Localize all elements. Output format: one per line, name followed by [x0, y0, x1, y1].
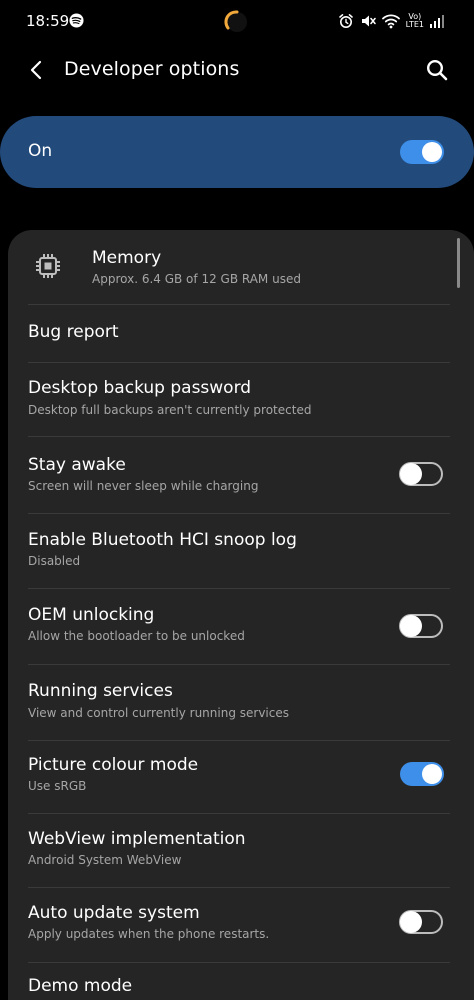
list-item-desktop-backup-password[interactable]: Desktop backup password Desktop full bac… [8, 363, 452, 436]
list-item-title: Enable Bluetooth HCI snoop log [28, 530, 297, 550]
list-item-title: OEM unlocking [28, 605, 155, 625]
list-item-oem-unlocking[interactable]: OEM unlocking Allow the bootloader to be… [8, 589, 452, 664]
list-item-subtitle: Approx. 6.4 GB of 12 GB RAM used [92, 272, 301, 286]
spotify-icon [69, 13, 84, 28]
scrollbar[interactable] [457, 238, 460, 288]
list-item-subtitle: Disabled [28, 554, 81, 568]
master-switch-card[interactable]: On [0, 116, 474, 188]
search-icon [426, 59, 448, 81]
signal-icon [430, 15, 444, 28]
mute-icon [361, 15, 376, 27]
list-item-subtitle: Desktop full backups aren't currently pr… [28, 403, 312, 417]
list-item-demo-mode[interactable]: Demo mode [8, 963, 452, 1000]
volte-line-2: LTE1 [405, 20, 424, 29]
list-item-subtitle: Allow the bootloader to be unlocked [28, 629, 245, 643]
list-item-running-services[interactable]: Running services View and control curren… [8, 665, 452, 740]
toggle-thumb [400, 615, 422, 637]
list-item-title: Running services [28, 681, 173, 701]
master-switch-label: On [28, 141, 53, 161]
list-item-bluetooth-hci-snoop-log[interactable]: Enable Bluetooth HCI snoop log Disabled [8, 514, 452, 588]
toggle-thumb [422, 764, 442, 784]
toggle-thumb [422, 142, 442, 162]
status-bar: 18:59 Vo) LTE1 [0, 0, 474, 42]
list-item-subtitle: View and control currently running servi… [28, 706, 289, 720]
list-item-title: Stay awake [28, 455, 126, 475]
back-button[interactable] [22, 55, 52, 85]
back-arrow-icon [30, 60, 42, 80]
page-title: Developer options [64, 58, 240, 80]
toggle-thumb [400, 463, 422, 485]
list-item-subtitle: Android System WebView [28, 853, 182, 867]
list-item-bug-report[interactable]: Bug report [8, 305, 452, 362]
wifi-icon [381, 14, 400, 29]
camera-loading-icon [224, 10, 247, 32]
developer-options-screen: 18:59 Vo) LTE1 Developer options On Memo… [0, 0, 474, 1000]
list-item-title: Auto update system [28, 903, 200, 923]
list-item-webview-implementation[interactable]: WebView implementation Android System We… [8, 814, 452, 887]
memory-chip-icon [36, 254, 60, 278]
list-item-auto-update-system[interactable]: Auto update system Apply updates when th… [8, 888, 452, 962]
list-item-subtitle: Screen will never sleep while charging [28, 479, 259, 493]
list-item-subtitle: Use sRGB [28, 779, 87, 793]
volte-indicator: Vo) LTE1 [406, 13, 424, 29]
list-item-title: WebView implementation [28, 829, 246, 849]
picture-colour-mode-toggle[interactable] [400, 762, 444, 786]
toggle-thumb [400, 911, 422, 933]
auto-update-system-toggle[interactable] [399, 910, 443, 934]
oem-unlocking-toggle[interactable] [399, 614, 443, 638]
list-item-title: Picture colour mode [28, 755, 199, 775]
search-button[interactable] [422, 55, 452, 85]
list-item-memory[interactable]: Memory Approx. 6.4 GB of 12 GB RAM used [8, 238, 452, 304]
list-item-title: Bug report [28, 322, 119, 342]
status-time: 18:59 [26, 12, 70, 30]
status-icons: Vo) LTE1 [338, 10, 444, 32]
list-item-subtitle: Apply updates when the phone restarts. [28, 927, 270, 941]
app-bar: Developer options [0, 42, 474, 100]
list-item-title: Desktop backup password [28, 378, 252, 398]
list-item-picture-colour-mode[interactable]: Picture colour mode Use sRGB [8, 741, 452, 813]
list-item-stay-awake[interactable]: Stay awake Screen will never sleep while… [8, 437, 452, 513]
list-item-title: Memory [92, 248, 162, 268]
alarm-icon [338, 14, 353, 28]
list-item-title: Demo mode [28, 976, 133, 996]
master-toggle[interactable] [400, 140, 444, 164]
stay-awake-toggle[interactable] [399, 462, 443, 486]
